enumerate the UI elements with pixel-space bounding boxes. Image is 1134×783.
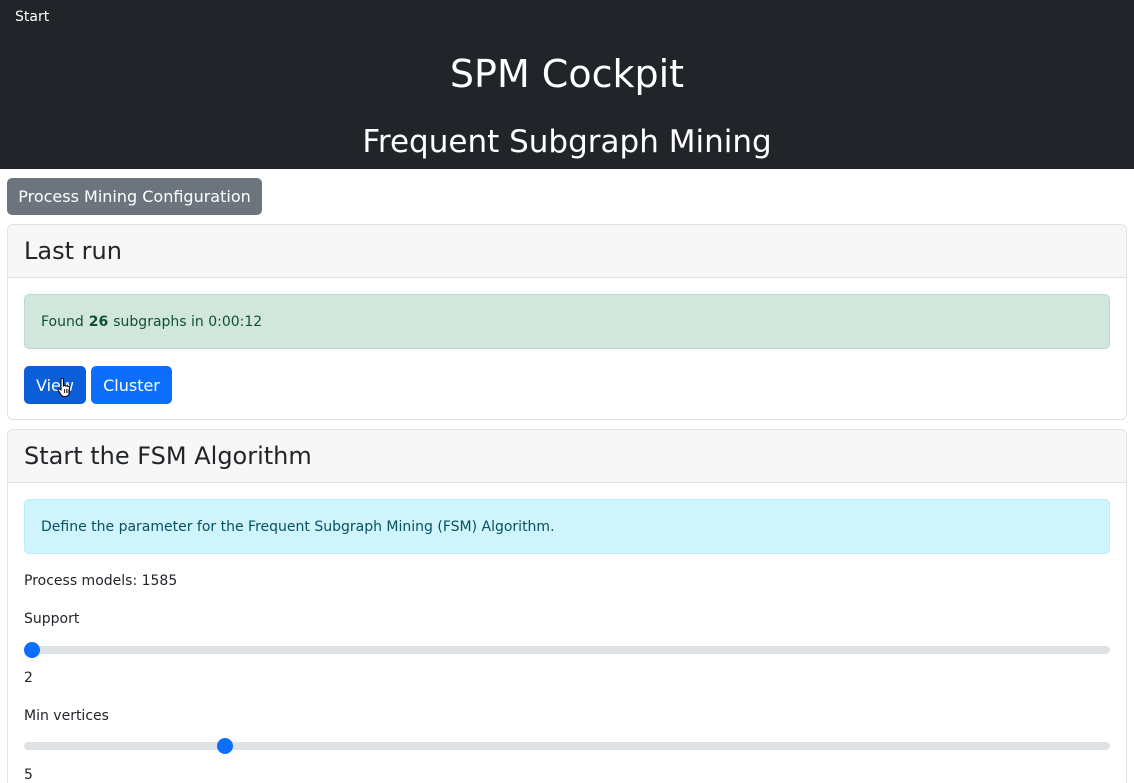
process-models-count: Process models: 1585 [24,573,178,589]
last-run-result-alert: Found 26 subgraphs in 0:00:12 [24,294,1110,349]
support-label: Support [24,611,80,627]
nav-start-link[interactable]: Start [15,9,49,25]
min-vertices-label: Min vertices [24,708,109,724]
last-run-title: Last run [8,225,1126,278]
support-value: 2 [24,670,33,686]
support-slider[interactable] [24,642,1110,658]
min-vertices-slider[interactable] [24,738,1110,754]
page-subtitle: Frequent Subgraph Mining [362,124,772,160]
fsm-card: Start the FSM Algorithm [7,429,1127,783]
process-mining-configuration-button[interactable]: Process Mining Configuration [7,178,262,215]
result-suffix: subgraphs in 0:00:12 [113,313,263,330]
result-count: 26 [88,313,109,330]
fsm-title: Start the FSM Algorithm [8,430,1126,483]
hand-pointer-cursor-icon [57,378,70,397]
fsm-info-alert: Define the parameter for the Frequent Su… [24,499,1110,554]
header-bar: Start SPM Cockpit Frequent Subgraph Mini… [0,0,1134,169]
page-title: SPM Cockpit [449,52,685,96]
min-vertices-slider-thumb[interactable] [216,738,233,754]
view-button[interactable]: View [24,366,86,404]
cluster-button[interactable]: Cluster [91,366,172,404]
result-prefix: Found [41,313,84,330]
support-slider-thumb[interactable] [24,642,40,658]
min-vertices-value: 5 [24,767,33,783]
